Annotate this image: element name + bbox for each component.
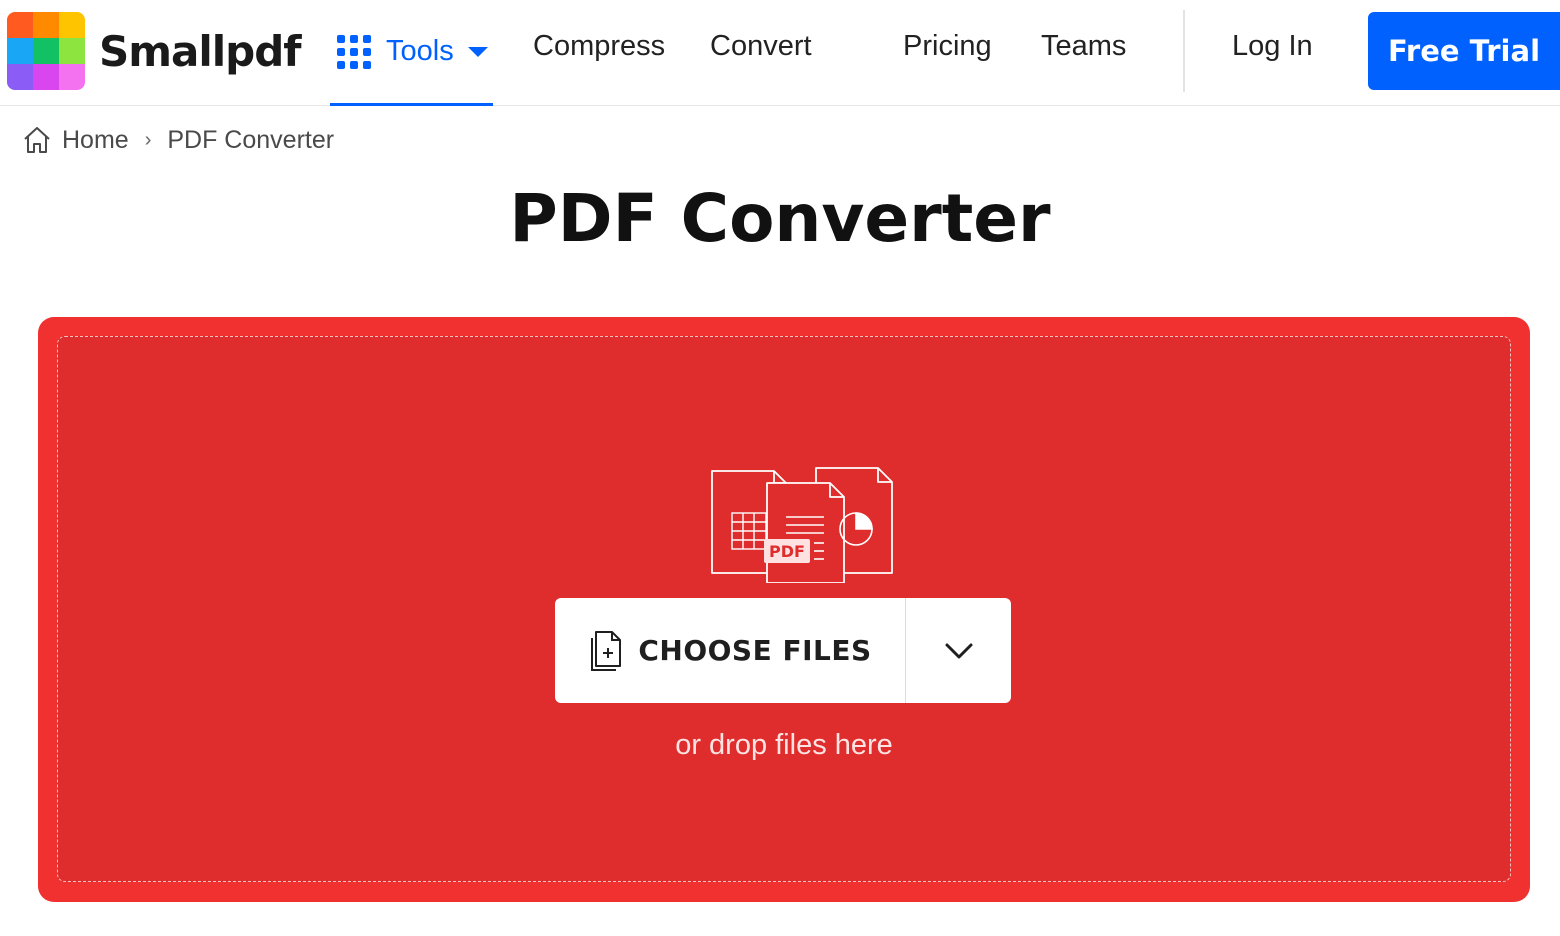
file-dropzone[interactable]: PDF CHOOSE FILES or drop files here bbox=[38, 317, 1530, 902]
file-add-icon bbox=[591, 630, 622, 671]
breadcrumb: Home › PDF Converter bbox=[22, 125, 334, 155]
top-nav: Smallpdf Tools Compress Convert Pricing … bbox=[0, 0, 1560, 106]
page-title: PDF Converter bbox=[509, 180, 1051, 257]
logo-icon bbox=[7, 12, 85, 90]
tools-label: Tools bbox=[386, 35, 454, 67]
choose-files-label: CHOOSE FILES bbox=[638, 634, 872, 667]
free-trial-button[interactable]: Free Trial bbox=[1368, 12, 1560, 90]
login-link[interactable]: Log In bbox=[1232, 30, 1313, 63]
breadcrumb-home[interactable]: Home bbox=[22, 125, 129, 155]
chevron-down-icon bbox=[945, 643, 972, 658]
caret-down-icon bbox=[467, 46, 488, 57]
logo-wordmark: Smallpdf bbox=[99, 26, 302, 76]
tools-menu[interactable]: Tools bbox=[330, 0, 493, 106]
choose-files-button[interactable]: CHOOSE FILES bbox=[555, 598, 906, 703]
tools-grid-icon bbox=[337, 34, 371, 69]
nav-divider bbox=[1183, 10, 1185, 92]
home-icon bbox=[24, 127, 50, 153]
smallpdf-logo[interactable]: Smallpdf bbox=[7, 12, 302, 90]
dropzone-dashed-area: PDF CHOOSE FILES or drop files here bbox=[57, 336, 1511, 882]
nav-link-convert[interactable]: Convert bbox=[710, 30, 812, 63]
pdf-badge-text: PDF bbox=[769, 542, 805, 561]
breadcrumb-home-label: Home bbox=[62, 125, 129, 154]
breadcrumb-current: PDF Converter bbox=[167, 125, 335, 154]
files-illustration-icon: PDF bbox=[711, 467, 893, 583]
nav-link-pricing[interactable]: Pricing bbox=[903, 30, 992, 63]
drop-hint-text: or drop files here bbox=[675, 729, 893, 761]
breadcrumb-separator: › bbox=[144, 128, 152, 151]
nav-link-teams[interactable]: Teams bbox=[1041, 30, 1126, 63]
choose-files-group: CHOOSE FILES bbox=[555, 598, 1011, 703]
choose-source-dropdown[interactable] bbox=[906, 598, 1011, 703]
nav-link-compress[interactable]: Compress bbox=[533, 30, 665, 63]
